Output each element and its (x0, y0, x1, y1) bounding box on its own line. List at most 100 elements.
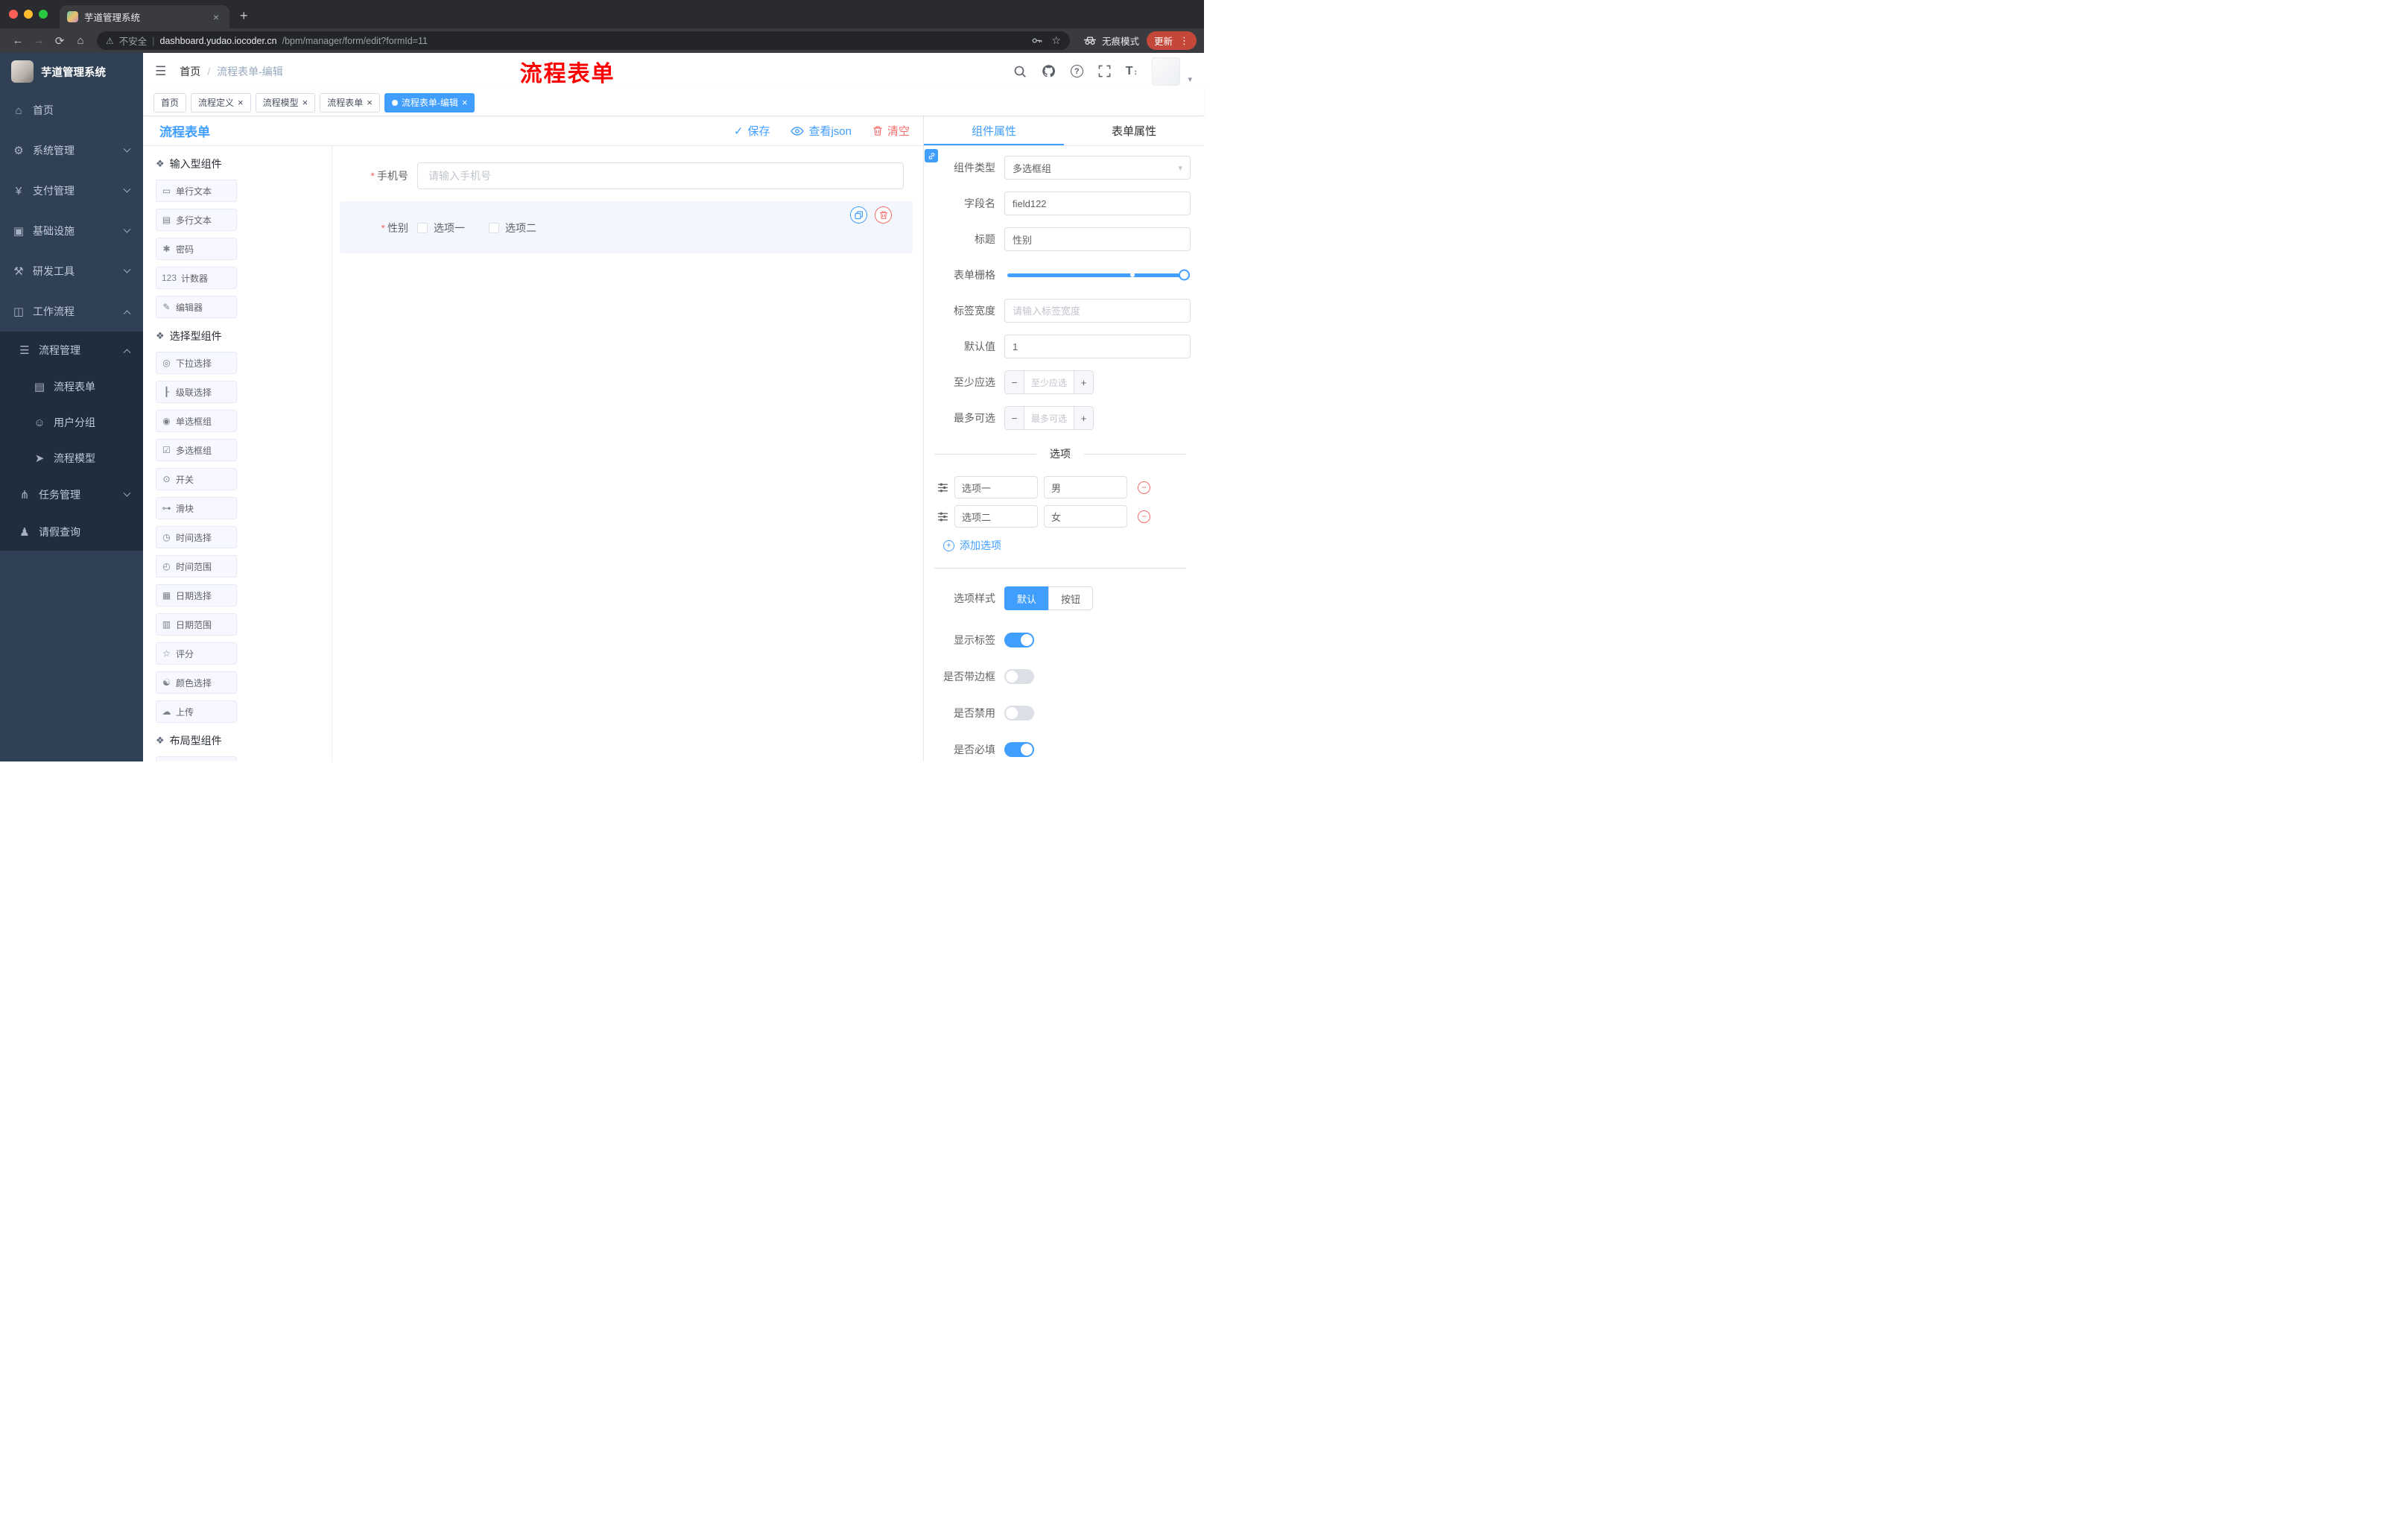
home-button[interactable]: ⌂ (70, 34, 91, 47)
phone-input[interactable] (417, 162, 904, 189)
palette-item[interactable]: ☑ 多选框组 (156, 439, 237, 461)
clear-button[interactable]: 清空 (872, 123, 910, 139)
search-icon[interactable] (1013, 65, 1027, 78)
avatar-caret-icon[interactable]: ▾ (1188, 75, 1192, 84)
remove-option-button[interactable]: − (1138, 481, 1150, 494)
sidebar-item-home[interactable]: ⌂ 首页 (0, 90, 143, 130)
label-width-input[interactable] (1004, 299, 1191, 323)
bookmark-star-icon[interactable]: ☆ (1051, 34, 1061, 47)
password-key-icon[interactable] (1031, 35, 1042, 46)
fullscreen-icon[interactable] (1098, 65, 1111, 77)
sidebar-item-user-group[interactable]: ☺ 用户分组 (0, 405, 143, 440)
slider-handle[interactable] (1179, 269, 1190, 281)
palette-item[interactable]: ▥ 日期范围 (156, 613, 237, 636)
tag-process-form[interactable]: 流程表单 × (320, 92, 380, 113)
sidebar-item-workflow[interactable]: ◫ 工作流程 (0, 291, 143, 332)
tag-close-icon[interactable]: × (302, 98, 308, 107)
window-close-button[interactable] (9, 10, 18, 19)
tab-close-icon[interactable]: × (210, 11, 222, 23)
help-icon[interactable]: ? (1070, 65, 1083, 77)
field-name-input[interactable] (1004, 191, 1191, 215)
grid-slider[interactable] (1007, 263, 1190, 287)
address-bar[interactable]: ⚠ 不安全 | dashboard.yudao.iocoder.cn /bpm/… (97, 31, 1070, 50)
show-label-switch[interactable] (1004, 633, 1034, 647)
required-switch[interactable] (1004, 742, 1034, 757)
copy-widget-button[interactable] (850, 206, 867, 224)
sidebar-item-task-management[interactable]: ⋔ 任务管理 (0, 476, 143, 513)
tag-home[interactable]: 首页 (153, 92, 187, 113)
palette-item[interactable]: ☆ 评分 (156, 642, 237, 665)
option-value-input[interactable] (1044, 505, 1127, 528)
sidebar-item-payment[interactable]: ¥ 支付管理 (0, 171, 143, 211)
palette-item[interactable]: ▣ 行容器 (156, 756, 237, 762)
tag-process-definition[interactable]: 流程定义 × (191, 92, 251, 113)
browser-tab[interactable]: 芋道管理系统 × (60, 5, 229, 28)
view-json-button[interactable]: 查看json (790, 123, 852, 139)
browser-update-button[interactable]: 更新 ⋮ (1146, 31, 1197, 50)
palette-item[interactable]: ⊙ 开关 (156, 468, 237, 490)
palette-item[interactable]: 123 计数器 (156, 267, 237, 289)
sidebar-item-infrastructure[interactable]: ▣ 基础设施 (0, 211, 143, 251)
border-switch[interactable] (1004, 669, 1034, 684)
title-input[interactable] (1004, 227, 1191, 251)
style-button-button[interactable]: 按钮 (1048, 586, 1094, 610)
sidebar-item-leave-query[interactable]: ♟ 请假查询 (0, 513, 143, 551)
browser-menu-icon[interactable]: ⋮ (1179, 35, 1189, 47)
github-icon[interactable] (1042, 64, 1056, 78)
user-avatar[interactable] (1152, 57, 1181, 86)
palette-item[interactable]: ▤ 多行文本 (156, 209, 237, 231)
style-default-button[interactable]: 默认 (1004, 586, 1049, 610)
option-value-input[interactable] (1044, 476, 1127, 498)
option-label-input[interactable] (954, 476, 1038, 498)
window-minimize-button[interactable] (24, 10, 33, 19)
sidebar-item-process-management[interactable]: ☰ 流程管理 (0, 332, 143, 369)
tag-close-icon[interactable]: × (367, 98, 373, 107)
back-button[interactable]: ← (7, 34, 28, 47)
tag-close-icon[interactable]: × (238, 98, 244, 107)
palette-item[interactable]: ┠ 级联选择 (156, 381, 237, 403)
delete-widget-button[interactable] (875, 206, 892, 224)
remove-option-button[interactable]: − (1138, 510, 1150, 523)
tag-process-model[interactable]: 流程模型 × (255, 92, 316, 113)
palette-item[interactable]: ✎ 编辑器 (156, 296, 237, 318)
breadcrumb-home[interactable]: 首页 (180, 64, 200, 79)
font-size-icon[interactable]: T ↕ (1126, 65, 1138, 78)
palette-item[interactable]: ▭ 单行文本 (156, 180, 237, 202)
tab-form-props[interactable]: 表单属性 (1064, 116, 1204, 145)
palette-item[interactable]: ☯ 颜色选择 (156, 671, 237, 694)
drag-handle-icon[interactable] (937, 482, 948, 493)
sidebar-item-process-form[interactable]: ▤ 流程表单 (0, 369, 143, 405)
sidebar-item-system[interactable]: ⚙ 系统管理 (0, 130, 143, 171)
gender-option-2-checkbox[interactable]: 选项二 (489, 221, 536, 235)
security-label[interactable]: 不安全 (119, 34, 148, 48)
palette-item[interactable]: ▦ 日期选择 (156, 584, 237, 607)
disabled-switch[interactable] (1004, 706, 1034, 721)
phone-field-row[interactable]: * 手机号 (340, 162, 913, 189)
sidebar-item-devtools[interactable]: ⚒ 研发工具 (0, 251, 143, 291)
drag-handle-icon[interactable] (937, 511, 948, 522)
palette-item[interactable]: ⊶ 滑块 (156, 497, 237, 519)
gender-field-selected[interactable]: * 性别 选项一 选项二 (340, 201, 913, 253)
save-button[interactable]: ✓ 保存 (734, 123, 770, 139)
increase-button[interactable]: + (1074, 407, 1093, 429)
reload-button[interactable]: ⟳ (49, 34, 70, 48)
palette-item[interactable]: ◷ 时间选择 (156, 526, 237, 548)
increase-button[interactable]: + (1074, 371, 1093, 393)
new-tab-button[interactable]: + (240, 8, 248, 24)
decrease-button[interactable]: − (1005, 407, 1024, 429)
min-select-value[interactable]: 至少应选 (1024, 371, 1074, 393)
tag-close-icon[interactable]: × (462, 98, 468, 107)
palette-item[interactable]: ◴ 时间范围 (156, 555, 237, 577)
forward-button[interactable]: → (28, 34, 49, 47)
palette-item[interactable]: ◎ 下拉选择 (156, 352, 237, 374)
component-type-select[interactable]: 多选框组 ▾ (1004, 156, 1191, 180)
tab-component-props[interactable]: 组件属性 (924, 116, 1064, 145)
palette-item[interactable]: ☁ 上传 (156, 700, 237, 723)
tag-process-form-edit[interactable]: 流程表单-编辑 × (384, 92, 475, 113)
palette-item[interactable]: ✱ 密码 (156, 238, 237, 260)
decrease-button[interactable]: − (1005, 371, 1024, 393)
option-label-input[interactable] (954, 505, 1038, 528)
default-value-input[interactable] (1004, 335, 1191, 358)
max-select-value[interactable]: 最多可选 (1024, 407, 1074, 429)
add-option-button[interactable]: + 添加选项 (943, 538, 1191, 553)
